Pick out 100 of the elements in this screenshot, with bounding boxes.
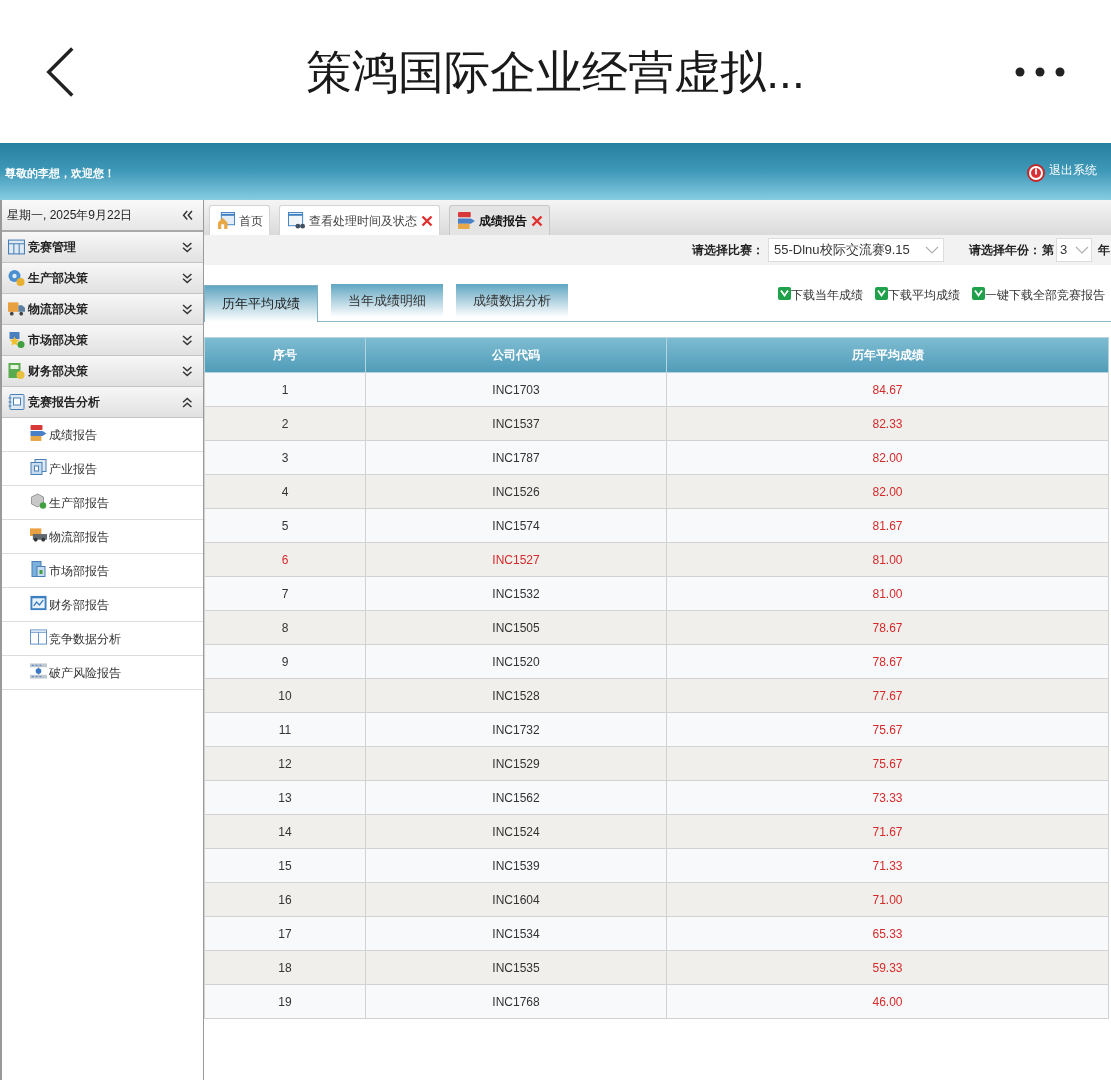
table-cell: 13 — [204, 780, 366, 815]
table-cell: INC1537 — [365, 406, 667, 441]
network-icon — [30, 663, 47, 679]
notebook-icon — [8, 394, 25, 410]
table-cell: INC1532 — [365, 576, 667, 611]
sidebar-menu-header[interactable]: 竞赛管理 — [2, 232, 203, 263]
table-cell: 15 — [204, 848, 366, 883]
tab[interactable]: 成绩报告 — [449, 205, 550, 235]
table-cell: 10 — [204, 678, 366, 713]
column-header: 序号 — [204, 337, 366, 373]
column-header: 公司代码 — [365, 337, 667, 373]
column-header: 历年平均成绩 — [666, 337, 1109, 373]
table-cell: 12 — [204, 746, 366, 781]
table-cell: 77.67 — [666, 678, 1109, 713]
table-cell: 78.67 — [666, 644, 1109, 679]
truck-icon — [30, 527, 47, 543]
double-chevron-down-icon[interactable] — [182, 365, 193, 377]
double-chevron-down-icon[interactable] — [182, 303, 193, 315]
sidebar-menu-header[interactable]: 生产部决策 — [2, 263, 203, 294]
table-cell: 6 — [204, 542, 366, 577]
table-cell: 9 — [204, 644, 366, 679]
power-icon[interactable] — [1027, 163, 1045, 182]
sidebar-menu-header[interactable]: 竞赛报告分析 — [2, 387, 203, 418]
table-cell: 11 — [204, 712, 366, 747]
truck-icon — [8, 301, 25, 317]
double-chevron-down-icon[interactable] — [182, 272, 193, 284]
table-cell: INC1534 — [365, 916, 667, 951]
sidebar-item[interactable]: 生产部报告 — [2, 486, 203, 520]
field-label: 请选择年份： — [969, 242, 1041, 259]
double-chevron-down-icon[interactable] — [182, 334, 193, 346]
report-tab[interactable]: 当年成绩明细 — [331, 284, 443, 317]
table-cell: 8 — [204, 610, 366, 645]
sidebar-menu-header[interactable]: 财务部决策 — [2, 356, 203, 387]
table-cell: 82.33 — [666, 406, 1109, 441]
download-link[interactable]: 下载平均成绩 — [875, 286, 960, 304]
double-chevron-up-icon[interactable] — [182, 396, 193, 408]
table-cell: 3 — [204, 440, 366, 475]
download-icon — [778, 286, 791, 300]
close-icon[interactable] — [531, 214, 543, 227]
table-cell: INC1787 — [365, 440, 667, 475]
ledger-icon — [8, 363, 25, 379]
document-icon — [30, 561, 47, 577]
report-tab[interactable]: 历年平均成绩 — [204, 285, 318, 322]
table-cell: 81.00 — [666, 542, 1109, 577]
table-cell: 78.67 — [666, 610, 1109, 645]
stacked-bars-icon — [30, 425, 47, 441]
sidebar-item[interactable]: 成绩报告 — [2, 418, 203, 452]
table-cell: INC1703 — [365, 372, 667, 407]
report-tab[interactable]: 成绩数据分析 — [456, 284, 568, 317]
table-cell: 19 — [204, 984, 366, 1019]
table-cell: INC1529 — [365, 746, 667, 781]
table-cell: INC1732 — [365, 712, 667, 747]
sidebar-item[interactable]: 市场部报告 — [2, 554, 203, 588]
sidebar-item[interactable]: 竞争数据分析 — [2, 622, 203, 656]
tab[interactable]: 查看处理时间及状态 — [279, 205, 440, 235]
field-label: 请选择比赛： — [692, 242, 764, 259]
table-cell: 82.00 — [666, 474, 1109, 509]
sidebar-item[interactable]: 产业报告 — [2, 452, 203, 486]
table-cell: 5 — [204, 508, 366, 543]
double-chevron-down-icon[interactable] — [182, 241, 193, 253]
download-icon — [875, 286, 888, 300]
close-icon[interactable] — [421, 214, 433, 227]
table-cell: 14 — [204, 814, 366, 849]
chevron-down-icon — [1075, 246, 1089, 254]
documents-icon — [30, 459, 47, 475]
table-cell: INC1526 — [365, 474, 667, 509]
table-cell: 65.33 — [666, 916, 1109, 951]
sidebar-item[interactable]: 物流部报告 — [2, 520, 203, 554]
table-cell: 71.67 — [666, 814, 1109, 849]
download-link[interactable]: 一键下载全部竞赛报告 — [972, 286, 1105, 304]
download-link[interactable]: 下载当年成绩 — [778, 286, 863, 304]
tab[interactable]: 首页 — [209, 205, 270, 235]
select-field[interactable]: 3 — [1056, 238, 1092, 262]
table-cell: 16 — [204, 882, 366, 917]
date-text: 星期一, 2025年9月22日 — [7, 207, 133, 224]
table-cell: 81.00 — [666, 576, 1109, 611]
more-options-icon[interactable] — [1015, 66, 1065, 77]
select-field[interactable]: 55-Dlnu校际交流赛9.15 — [768, 238, 944, 262]
table-icon — [8, 239, 25, 255]
sidebar-item[interactable]: 破产风险报告 — [2, 656, 203, 690]
split-window-icon — [30, 629, 47, 645]
table-cell: 71.00 — [666, 882, 1109, 917]
table-cell: INC1524 — [365, 814, 667, 849]
page-title: 策鸿国际企业经营虚拟... — [306, 45, 805, 100]
double-chevron-left-icon[interactable] — [182, 209, 193, 221]
table-cell: INC1527 — [365, 542, 667, 577]
table-cell: 75.67 — [666, 712, 1109, 747]
sidebar-item[interactable]: 财务部报告 — [2, 588, 203, 622]
table-cell: INC1505 — [365, 610, 667, 645]
table-cell: 46.00 — [666, 984, 1109, 1019]
sidebar-menu-header[interactable]: 物流部决策 — [2, 294, 203, 325]
table-cell: 2 — [204, 406, 366, 441]
table-cell: INC1604 — [365, 882, 667, 917]
table-cell: INC1574 — [365, 508, 667, 543]
table-cell: 59.33 — [666, 950, 1109, 985]
greeting-text: 尊敬的李想，欢迎您！ — [5, 166, 115, 182]
table-cell: INC1562 — [365, 780, 667, 815]
table-cell: 17 — [204, 916, 366, 951]
sidebar-menu-header[interactable]: 市场部决策 — [2, 325, 203, 356]
house-window-icon — [218, 212, 235, 229]
